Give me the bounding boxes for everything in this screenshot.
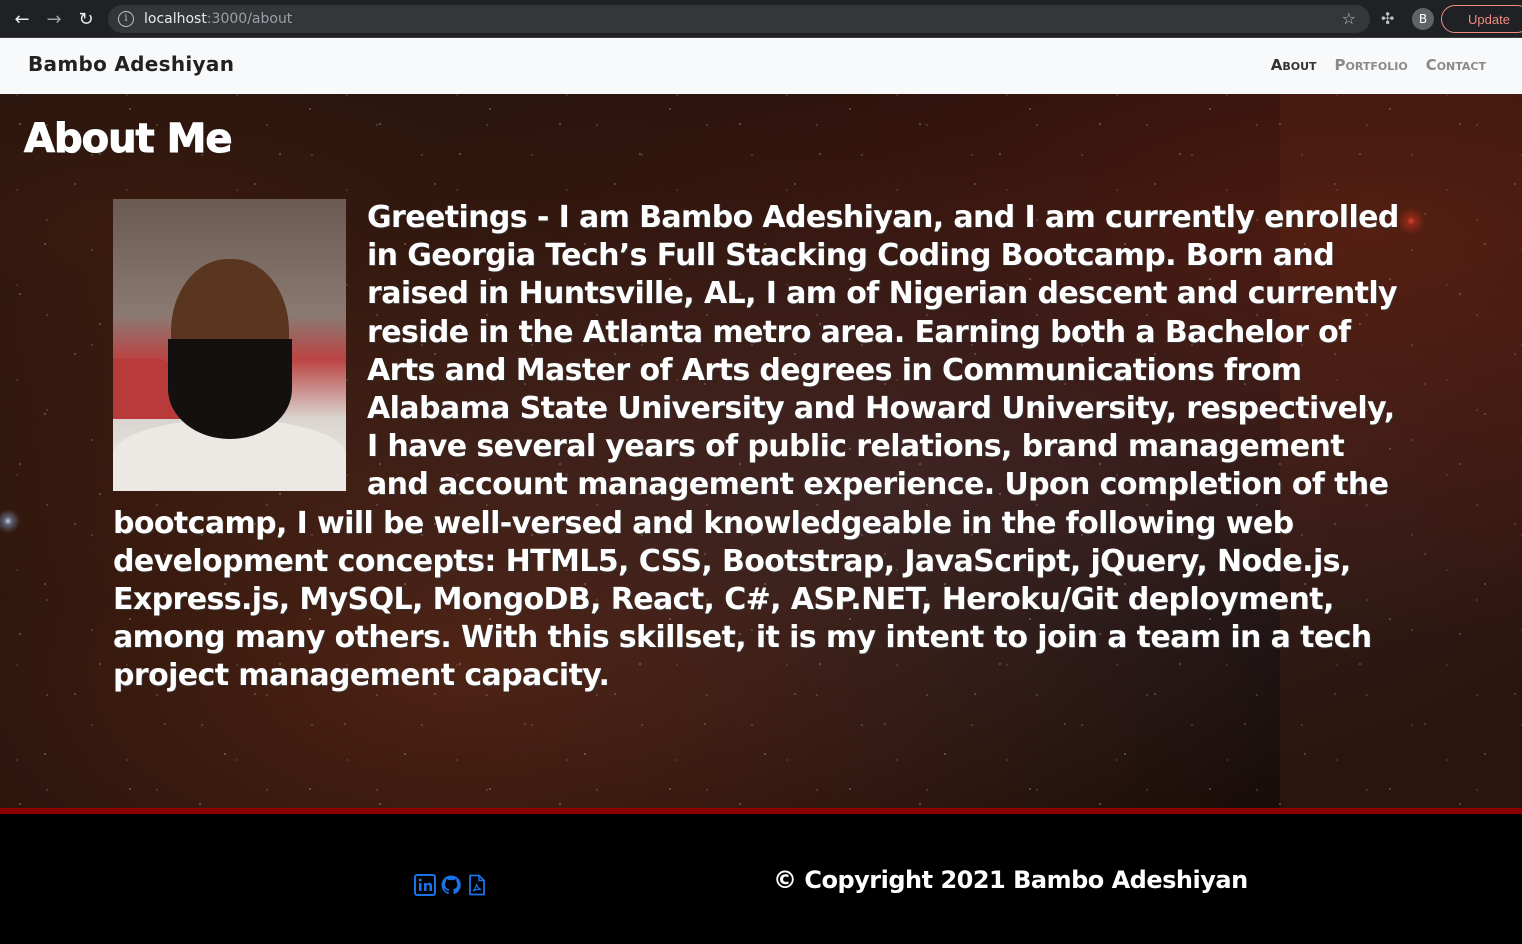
pdf-resume-icon [469,874,485,896]
copyright-text: © Copyright 2021 Bambo Adeshiyan [773,866,1248,894]
photo-float-spacer [113,199,367,491]
github-link[interactable] [440,874,462,896]
social-links [414,874,488,896]
address-bar[interactable]: i localhost:3000/about ☆ [108,5,1370,33]
brand-logo-link[interactable]: Bambo Adeshiyan [28,52,234,76]
url-host: localhost [144,11,207,27]
site-info-icon[interactable]: i [118,11,134,27]
nav-link-contact[interactable]: Contact [1426,56,1486,74]
nav-link-about[interactable]: About [1271,56,1317,74]
linkedin-link[interactable] [414,874,436,896]
nav-links: About Portfolio Contact [1271,56,1486,74]
bookmark-star-icon[interactable]: ☆ [1342,9,1356,28]
profile-avatar[interactable]: B [1412,8,1434,30]
linkedin-icon [414,874,436,896]
bio-paragraph: Greetings - I am Bambo Adeshiyan, and I … [113,199,1413,696]
browser-toolbar: ← → ↻ i localhost:3000/about ☆ ✣ B Updat… [0,0,1522,38]
page-title: About Me [24,116,234,163]
forward-arrow-icon[interactable]: → [38,0,70,38]
reload-icon[interactable]: ↻ [70,0,102,38]
about-section: About Me Greetings - I am Bambo Adeshiya… [0,94,1522,810]
resume-pdf-link[interactable] [466,874,488,896]
url-path: :3000/about [206,11,293,27]
nav-link-portfolio[interactable]: Portfolio [1335,56,1408,74]
back-arrow-icon[interactable]: ← [6,0,38,38]
github-icon [441,875,461,895]
update-button[interactable]: Update [1441,5,1522,33]
site-navbar: Bambo Adeshiyan About Portfolio Contact [0,38,1522,94]
site-footer: © Copyright 2021 Bambo Adeshiyan [0,814,1522,944]
extensions-puzzle-icon[interactable]: ✣ [1381,9,1394,28]
